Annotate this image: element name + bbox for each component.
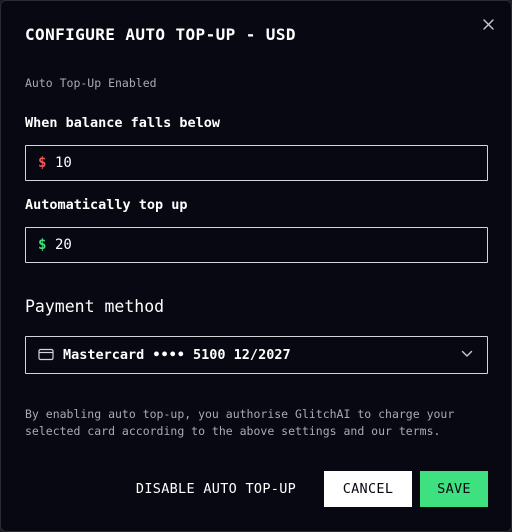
topup-amount-label: Automatically top up bbox=[25, 197, 188, 213]
close-icon bbox=[482, 18, 494, 30]
topup-amount-input-box[interactable]: $ bbox=[25, 227, 488, 263]
payment-method-select[interactable]: Mastercard •••• 5100 12/2027 bbox=[25, 336, 488, 374]
threshold-currency-symbol: $ bbox=[38, 155, 47, 171]
auto-topup-dialog: CONFIGURE AUTO TOP-UP - USD Auto Top-Up … bbox=[0, 0, 512, 532]
threshold-input-box[interactable]: $ bbox=[25, 145, 488, 181]
payment-method-heading: Payment method bbox=[25, 297, 165, 316]
selected-card-label: Mastercard •••• 5100 12/2027 bbox=[63, 347, 291, 363]
threshold-label: When balance falls below bbox=[25, 115, 221, 131]
topup-amount-input[interactable] bbox=[55, 237, 455, 253]
threshold-input[interactable] bbox=[55, 155, 455, 171]
authorisation-disclaimer: By enabling auto top-up, you authorise G… bbox=[25, 407, 455, 438]
credit-card-icon bbox=[38, 348, 56, 362]
save-button[interactable]: SAVE bbox=[420, 471, 488, 507]
disable-auto-topup-button[interactable]: DISABLE AUTO TOP-UP bbox=[125, 471, 307, 507]
topup-currency-symbol: $ bbox=[38, 237, 47, 253]
cancel-button[interactable]: CANCEL bbox=[324, 471, 412, 507]
chevron-down-icon bbox=[461, 350, 473, 360]
dialog-title: CONFIGURE AUTO TOP-UP - USD bbox=[25, 25, 296, 44]
auto-topup-status: Auto Top-Up Enabled bbox=[25, 76, 157, 90]
close-button[interactable] bbox=[479, 15, 497, 33]
